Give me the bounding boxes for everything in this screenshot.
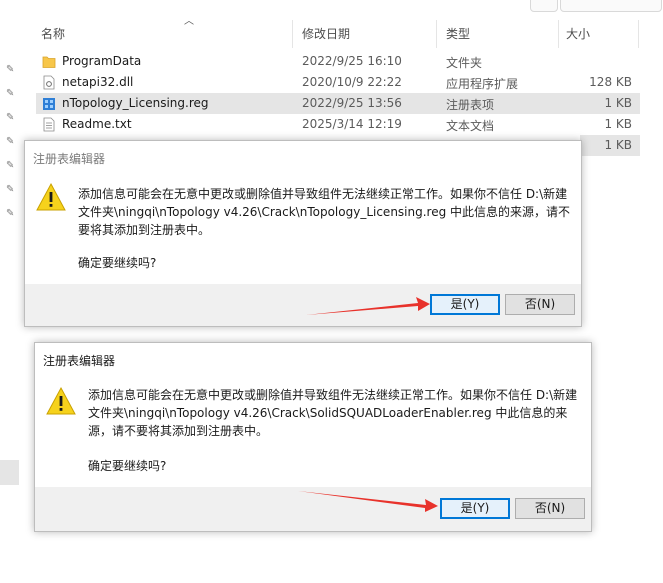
red-arrow-2 — [298, 491, 438, 512]
red-arrow-1 — [306, 297, 430, 315]
annotation-arrows — [298, 297, 438, 512]
